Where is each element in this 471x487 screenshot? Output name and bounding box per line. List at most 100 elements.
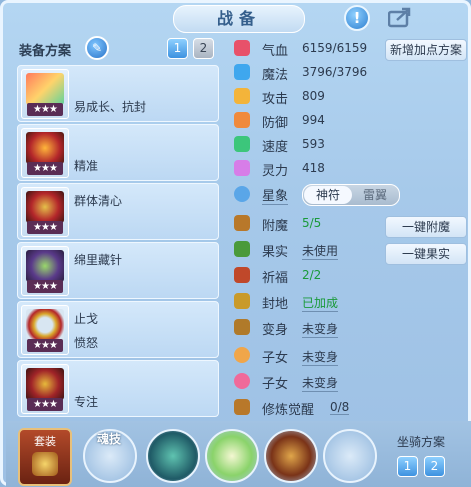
star-sign-toggle[interactable]: 神符 雷翼 bbox=[302, 184, 400, 206]
star-sign-icon bbox=[234, 186, 250, 202]
spirit-icon bbox=[234, 160, 250, 176]
equipment-slot-1[interactable]: ★★★ 易成长、抗封 bbox=[17, 65, 219, 122]
helmet-icon bbox=[26, 132, 64, 164]
extra-value-territory[interactable]: 已加成 bbox=[302, 294, 339, 312]
equipment-effect: 止戈 bbox=[74, 312, 99, 326]
stat-value-mp: 3796/3796 bbox=[302, 65, 368, 79]
skill-slot-1[interactable] bbox=[146, 429, 200, 483]
extra-value-child-1[interactable]: 未变身 bbox=[302, 348, 339, 366]
stat-value-spirit: 418 bbox=[302, 161, 325, 175]
extra-label-territory: 封地 bbox=[262, 297, 289, 312]
territory-icon bbox=[234, 293, 250, 309]
star-rating: ★★★ bbox=[27, 280, 63, 293]
equipment-icon-frame: ★★★ bbox=[21, 128, 69, 178]
equipment-slot-5[interactable]: ★★★ 止戈 愤怒 bbox=[17, 301, 219, 358]
equipment-slot-3[interactable]: ★★★ 群体清心 bbox=[17, 183, 219, 240]
mount-plan-label: 坐骑方案 bbox=[397, 435, 446, 449]
extra-label-child-1: 子女 bbox=[262, 351, 289, 366]
equipment-effect: 绵里藏针 bbox=[74, 253, 123, 267]
extra-value-blessing: 2/2 bbox=[302, 268, 322, 282]
window-title: 战备 bbox=[173, 5, 305, 33]
star-sign-option-active[interactable]: 神符 bbox=[304, 186, 352, 204]
boots-icon bbox=[26, 368, 64, 400]
plan-tab-2[interactable]: 2 bbox=[193, 38, 214, 59]
mount-plan-tab-1[interactable]: 1 bbox=[397, 456, 418, 477]
cloak-icon bbox=[26, 250, 64, 282]
add-points-plan-button[interactable]: 新增加点方案 bbox=[385, 39, 467, 61]
suit-label: 套装 bbox=[34, 435, 56, 448]
exit-button[interactable] bbox=[387, 6, 414, 28]
extra-label-blessing: 祈福 bbox=[262, 271, 289, 286]
defense-icon bbox=[234, 112, 250, 128]
mount-plan-tab-2[interactable]: 2 bbox=[424, 456, 445, 477]
attack-icon bbox=[234, 88, 250, 104]
equipment-icon-frame: ★★★ bbox=[21, 364, 69, 414]
equipment-icon-frame: ★★★ bbox=[21, 187, 69, 237]
belt-icon bbox=[26, 309, 64, 341]
star-rating: ★★★ bbox=[27, 398, 63, 411]
extra-value-transform[interactable]: 未变身 bbox=[302, 320, 339, 338]
equipment-effect: 专注 bbox=[74, 395, 99, 409]
equipment-effect: 群体清心 bbox=[74, 194, 123, 208]
armor-icon bbox=[26, 191, 64, 223]
equipment-panel: 战备 ! 装备方案 ✎ 1 2 ★★★ 易成长、抗封 ★★★ 精准 ★★★ 群体… bbox=[0, 0, 471, 487]
cultivation-icon bbox=[234, 399, 250, 415]
plan-label: 装备方案 bbox=[19, 44, 72, 59]
extra-value-enchant: 5/5 bbox=[302, 216, 322, 230]
skill-slot-4[interactable] bbox=[323, 429, 377, 483]
skill-slot-3[interactable] bbox=[264, 429, 318, 483]
one-click-enchant-button[interactable]: 一键附魔 bbox=[385, 216, 467, 238]
stat-label-defense: 防御 bbox=[262, 116, 289, 131]
stat-label-hp: 气血 bbox=[262, 44, 289, 59]
mana-icon bbox=[234, 64, 250, 80]
equipment-slot-2[interactable]: ★★★ 精准 bbox=[17, 124, 219, 181]
speed-icon bbox=[234, 136, 250, 152]
fruit-icon bbox=[234, 241, 250, 257]
help-button[interactable]: ! bbox=[344, 5, 370, 31]
stat-label-spirit: 灵力 bbox=[262, 164, 289, 179]
stat-label-attack: 攻击 bbox=[262, 92, 289, 107]
extra-value-cultivation[interactable]: 0/8 bbox=[330, 400, 350, 415]
stat-value-speed: 593 bbox=[302, 137, 325, 151]
child-icon bbox=[234, 373, 250, 389]
skill-slot-2[interactable] bbox=[205, 429, 259, 483]
equipment-effect: 易成长、抗封 bbox=[74, 100, 147, 114]
equipment-effect: 精准 bbox=[74, 159, 99, 173]
extra-label-enchant: 附魔 bbox=[262, 219, 289, 234]
exit-icon bbox=[387, 7, 411, 28]
one-click-fruit-button[interactable]: 一键果实 bbox=[385, 243, 467, 265]
extra-value-child-2[interactable]: 未变身 bbox=[302, 374, 339, 392]
pencil-icon: ✎ bbox=[91, 41, 103, 55]
stat-value-attack: 809 bbox=[302, 89, 325, 103]
stat-value-hp: 6159/6159 bbox=[302, 41, 368, 55]
extra-value-fruit[interactable]: 未使用 bbox=[302, 242, 339, 260]
extra-label-fruit: 果实 bbox=[262, 245, 289, 260]
stat-label-mp: 魔法 bbox=[262, 68, 289, 83]
suit-button[interactable]: 套装 bbox=[18, 428, 72, 486]
equipment-slot-4[interactable]: ★★★ 绵里藏针 bbox=[17, 242, 219, 299]
plan-tab-1[interactable]: 1 bbox=[167, 38, 188, 59]
equipment-slot-6[interactable]: ★★★ 专注 bbox=[17, 360, 219, 417]
star-sign-option-inactive[interactable]: 雷翼 bbox=[352, 186, 398, 204]
extra-label-cultivation: 修炼觉醒 bbox=[262, 403, 315, 418]
transform-icon bbox=[234, 319, 250, 335]
blessing-icon bbox=[234, 267, 250, 283]
star-rating: ★★★ bbox=[27, 162, 63, 175]
star-rating: ★★★ bbox=[27, 339, 63, 352]
equipment-effect-2: 愤怒 bbox=[74, 336, 99, 350]
extra-label-transform: 变身 bbox=[262, 323, 289, 338]
star-rating: ★★★ bbox=[27, 103, 63, 116]
stat-value-defense: 994 bbox=[302, 113, 325, 127]
enchant-icon bbox=[234, 215, 250, 231]
star-sign-label[interactable]: 星象 bbox=[262, 185, 289, 205]
edit-plan-button[interactable]: ✎ bbox=[85, 36, 109, 60]
heart-icon bbox=[234, 40, 250, 56]
equipment-icon-frame: ★★★ bbox=[21, 246, 69, 296]
star-rating: ★★★ bbox=[27, 221, 63, 234]
soul-skill-label: 魂技 bbox=[96, 432, 121, 446]
equipment-icon-frame: ★★★ bbox=[21, 69, 69, 119]
equipment-icon-frame: ★★★ bbox=[21, 305, 69, 355]
chest-icon bbox=[32, 452, 58, 476]
sword-icon bbox=[26, 73, 64, 105]
extra-label-child-2: 子女 bbox=[262, 377, 289, 392]
